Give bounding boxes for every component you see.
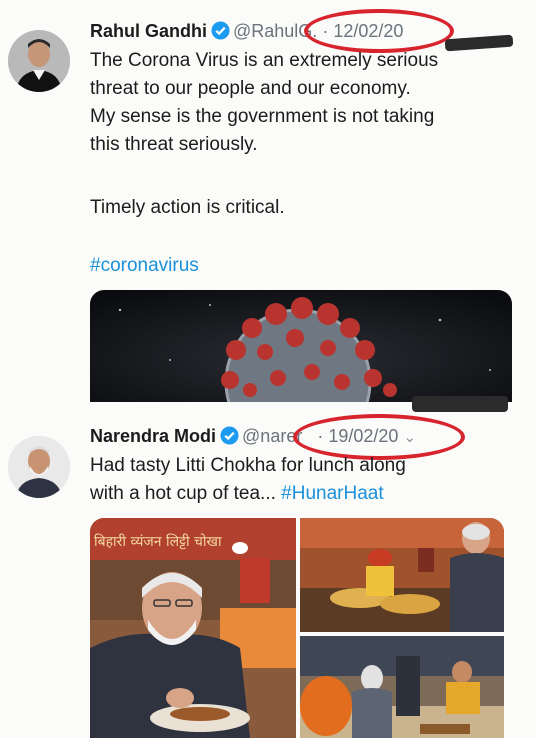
sign-text: बिहारी व्यंजन लिट्टी चोखा <box>94 533 222 550</box>
text-fragment: with a hot cup of tea... <box>90 483 276 504</box>
timeline: Rahul Gandhi @RahulG. · 12/02/20 The Coro… <box>0 0 536 738</box>
author-name[interactable]: Rahul Gandhi <box>90 21 207 41</box>
photo-top-right[interactable] <box>300 518 504 632</box>
photo-bottom-right[interactable] <box>300 636 504 738</box>
text-line: My sense is the government is not taking <box>90 106 435 127</box>
text-line: Had tasty Litti Chokha for lunch along <box>90 455 406 476</box>
redaction-bar <box>412 396 508 412</box>
text-line: The Corona Virus is an extremely serious <box>90 50 439 71</box>
text-line: this threat seriously. <box>90 134 258 155</box>
hashtag-link[interactable]: #HunarHaat <box>281 483 383 504</box>
date-highlight: · 12/02/20 <box>304 9 455 53</box>
hashtag-link[interactable]: #coronavirus <box>90 252 520 280</box>
tweet-header: Rahul Gandhi @RahulG. · 12/02/20 <box>90 9 455 53</box>
tweet-image-coronavirus[interactable] <box>90 290 512 402</box>
screenshot-frame: Rahul Gandhi @RahulG. · 12/02/20 The Coro… <box>0 0 536 738</box>
tweet-header: Narendra Modi @narer · 19/02/20 ⌄ <box>90 414 466 460</box>
verified-badge-icon <box>211 21 230 45</box>
tweet-text: Had tasty Litti Chokha for lunch along w… <box>90 452 520 508</box>
text-line: threat to our people and our economy. <box>90 78 411 99</box>
verified-badge-icon <box>220 426 239 450</box>
tweet-image-grid: बिहारी व्यंजन लिट्टी चोखा <box>90 518 504 738</box>
text-line: with a hot cup of tea... #HunarHaat <box>90 480 520 508</box>
avatar[interactable] <box>8 436 70 498</box>
photo-main[interactable]: बिहारी व्यंजन लिट्टी चोखा <box>90 518 296 738</box>
avatar[interactable] <box>8 30 70 92</box>
date-highlight: · 19/02/20 ⌄ <box>293 414 466 460</box>
tweet-text: The Corona Virus is an extremely serious… <box>90 47 520 159</box>
author-name[interactable]: Narendra Modi <box>90 426 216 446</box>
tweet-text-2: Timely action is critical. <box>90 197 285 218</box>
